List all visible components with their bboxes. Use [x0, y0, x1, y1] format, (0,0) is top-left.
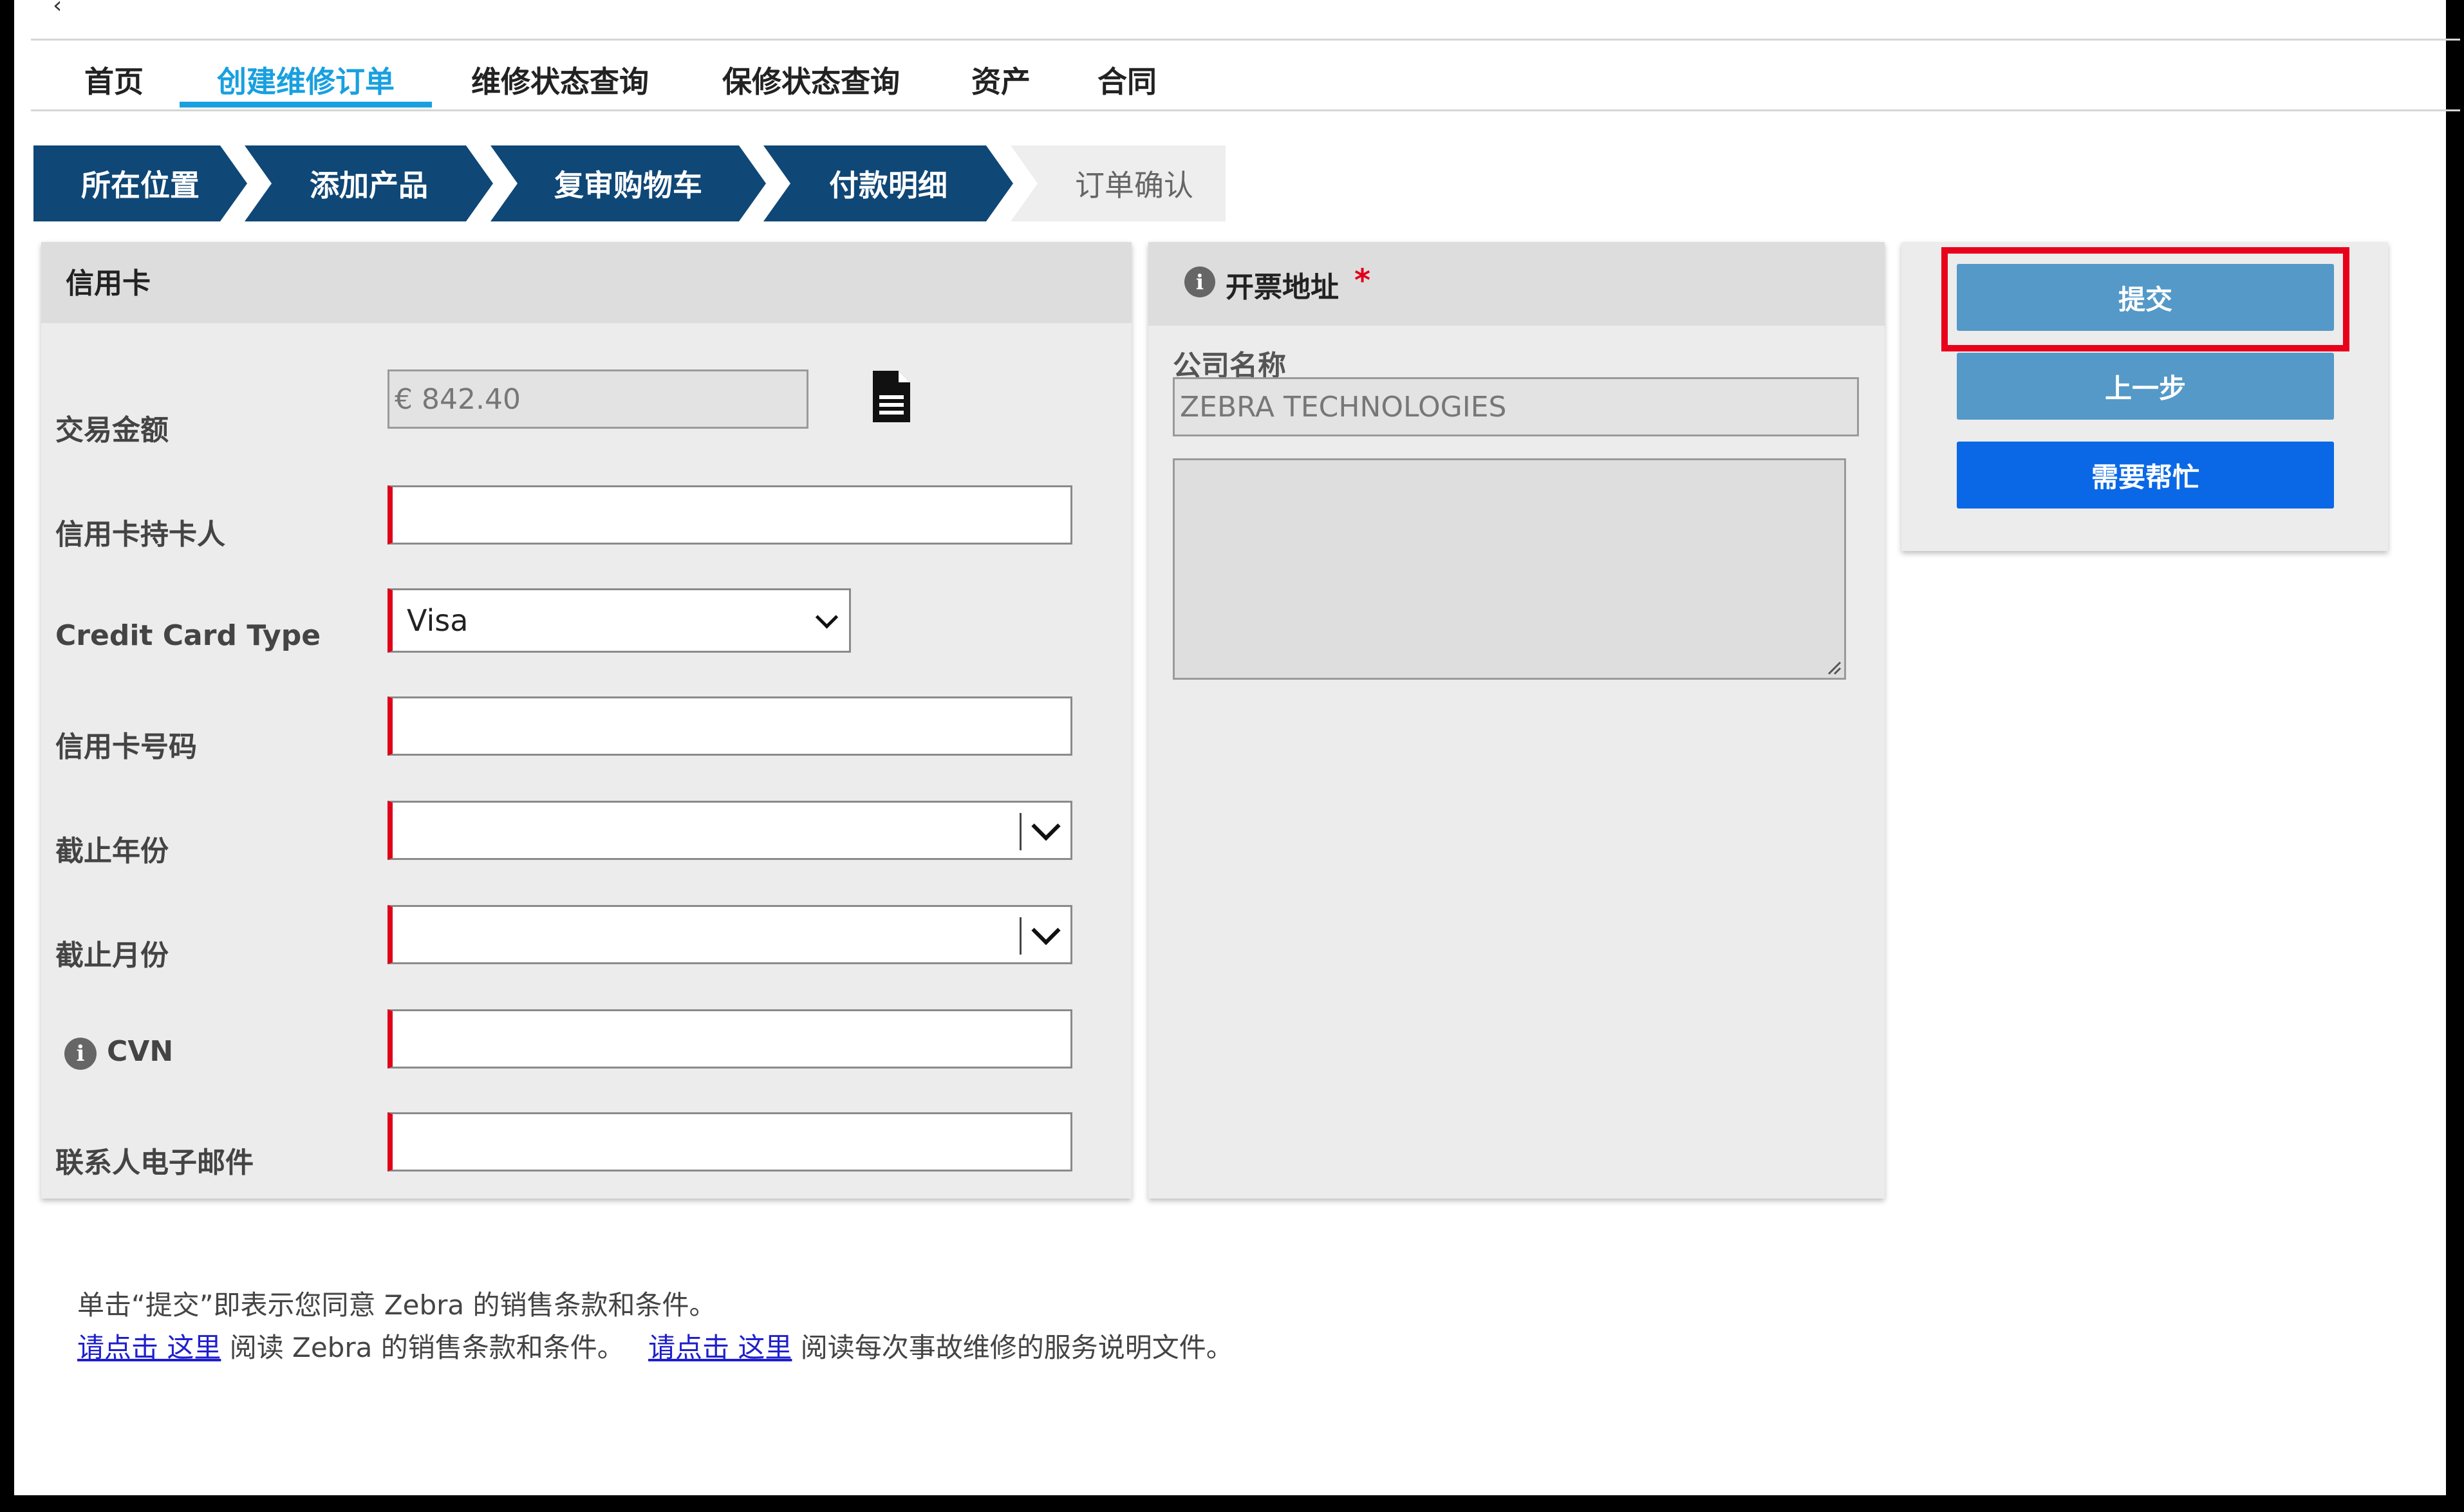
nav-active-underline [180, 102, 432, 107]
card-type-select[interactable]: Visa [387, 588, 851, 653]
card-type-value: Visa [407, 603, 469, 638]
company-name-field: ZEBRA TECHNOLOGIES [1173, 377, 1859, 436]
nav-divider [31, 109, 2460, 111]
document-icon[interactable] [870, 369, 913, 424]
credit-card-title: 信用卡 [66, 267, 151, 300]
card-number-label: 信用卡号码 [55, 731, 197, 763]
nav-home[interactable]: 首页 [72, 54, 156, 106]
submit-button[interactable]: 提交 [1957, 264, 2334, 331]
amount-field: € 842.40 [387, 369, 808, 429]
terms-notice: 单击“提交”即表示您同意 Zebra 的销售条款和条件。 [77, 1289, 716, 1321]
cvn-label: CVN [107, 1035, 174, 1068]
required-asterisk: * [1354, 263, 1371, 299]
help-button[interactable]: 需要帮忙 [1957, 442, 2334, 509]
contact-email-label: 联系人电子邮件 [55, 1146, 254, 1179]
service-doc-link[interactable]: 请点击 这里 [648, 1332, 792, 1363]
terms-link-text: 阅读 Zebra 的销售条款和条件。 [221, 1332, 624, 1363]
resize-grip-icon[interactable] [1826, 660, 1842, 675]
exp-year-label: 截止年份 [55, 835, 169, 868]
amount-label: 交易金额 [55, 414, 169, 447]
card-number-input[interactable] [387, 696, 1072, 756]
cvn-input[interactable] [387, 1009, 1072, 1069]
terms-links-row: 请点击 这里 阅读 Zebra 的销售条款和条件。 请点击 这里 阅读每次事故维… [77, 1326, 1233, 1365]
chevron-down-icon [815, 606, 839, 629]
nav-warranty-status[interactable]: 保修状态查询 [702, 54, 920, 106]
step-order-confirm: 订单确认 [1011, 145, 1226, 221]
nav-assets[interactable]: 资产 [959, 54, 1043, 106]
step-payment-details: 付款明细 [763, 145, 1013, 221]
step-review-cart: 复审购物车 [490, 145, 766, 221]
nav-contracts[interactable]: 合同 [1085, 54, 1169, 106]
chevron-down-icon [1031, 915, 1061, 946]
nav-create-repair-order[interactable]: 创建维修订单 [180, 54, 432, 106]
service-doc-text: 阅读每次事故维修的服务说明文件。 [792, 1332, 1233, 1363]
credit-card-panel-header [41, 242, 1132, 323]
terms-link[interactable]: 请点击 这里 [77, 1332, 221, 1363]
exp-month-label: 截止月份 [55, 939, 169, 972]
card-type-label: Credit Card Type [55, 619, 321, 652]
back-arrow-icon[interactable]: ‹ [53, 0, 79, 17]
billing-address-title: 开票地址 [1226, 271, 1339, 304]
step-location: 所在位置 [33, 145, 247, 221]
previous-button[interactable]: 上一步 [1957, 353, 2334, 420]
info-icon[interactable]: i [1184, 266, 1215, 297]
cardholder-input[interactable] [387, 485, 1072, 545]
select-separator [1020, 813, 1022, 850]
exp-month-select[interactable] [387, 905, 1072, 964]
nav-top-divider [31, 39, 2460, 41]
contact-email-input[interactable] [387, 1112, 1072, 1171]
info-icon[interactable]: i [64, 1038, 97, 1070]
select-separator [1020, 917, 1022, 955]
cardholder-label: 信用卡持卡人 [55, 518, 225, 551]
billing-address-textarea[interactable] [1173, 458, 1846, 680]
step-add-product: 添加产品 [245, 145, 493, 221]
nav-repair-status[interactable]: 维修状态查询 [451, 54, 669, 106]
chevron-down-icon [1031, 811, 1061, 841]
exp-year-select[interactable] [387, 801, 1072, 860]
